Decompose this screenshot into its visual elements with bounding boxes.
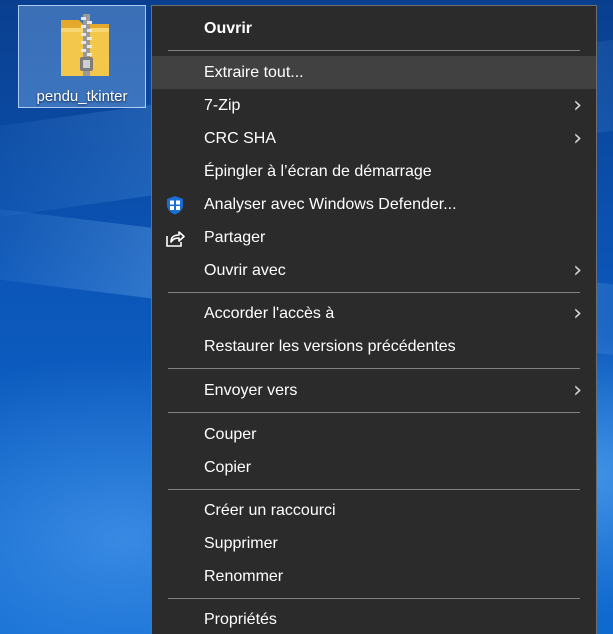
menu-item-rename[interactable]: Renommer: [152, 560, 596, 593]
menu-item-properties[interactable]: Propriétés: [152, 603, 596, 634]
menu-item-label: Créer un raccourci: [204, 502, 336, 519]
desktop-icon-label: pendu_tkinter: [36, 88, 128, 105]
menu-item-label: Copier: [204, 459, 252, 476]
menu-separator: [168, 50, 580, 51]
menu-item-label: Épingler à l’écran de démarrage: [204, 163, 432, 180]
menu-item-ouvrir[interactable]: Ouvrir: [152, 12, 596, 45]
menu-item-delete[interactable]: Supprimer: [152, 527, 596, 560]
menu-separator: [168, 598, 580, 599]
menu-item-label: Supprimer: [204, 535, 278, 552]
chevron-right-icon: ›: [573, 93, 582, 118]
menu-item-label: Renommer: [204, 568, 284, 585]
menu-item-label: CRC SHA: [204, 130, 277, 147]
menu-item-label: Envoyer vers: [204, 382, 298, 399]
chevron-right-icon: ›: [573, 378, 582, 403]
menu-item-share[interactable]: Partager: [152, 221, 596, 254]
menu-item-label: Propriétés: [204, 611, 277, 628]
menu-separator: [168, 368, 580, 369]
share-icon: [166, 231, 185, 247]
zip-folder-icon: [61, 14, 109, 76]
menu-separator: [168, 292, 580, 293]
menu-item-label: Extraire tout...: [204, 64, 304, 81]
menu-item-label: Partager: [204, 229, 266, 246]
menu-item-label: Ouvrir: [204, 20, 253, 37]
menu-separator: [168, 412, 580, 413]
desktop-icon-selected[interactable]: pendu_tkinter: [18, 5, 146, 108]
menu-separator: [168, 489, 580, 490]
chevron-right-icon: ›: [573, 258, 582, 283]
menu-item-give-access[interactable]: Accorder l'accès à ›: [152, 297, 596, 330]
menu-item-copy[interactable]: Copier: [152, 451, 596, 484]
menu-item-pin-to-start[interactable]: Épingler à l’écran de démarrage: [152, 155, 596, 188]
menu-item-scan-defender[interactable]: Analyser avec Windows Defender...: [152, 188, 596, 221]
menu-item-open-with[interactable]: Ouvrir avec ›: [152, 254, 596, 287]
menu-item-create-shortcut[interactable]: Créer un raccourci: [152, 494, 596, 527]
menu-item-crc-sha[interactable]: CRC SHA ›: [152, 122, 596, 155]
menu-item-extract-all[interactable]: Extraire tout...: [152, 56, 596, 89]
menu-item-label: Couper: [204, 426, 257, 443]
menu-item-label: 7-Zip: [204, 97, 241, 114]
menu-item-restore-versions[interactable]: Restaurer les versions précédentes: [152, 330, 596, 363]
menu-item-7zip[interactable]: 7-Zip ›: [152, 89, 596, 122]
menu-item-label: Ouvrir avec: [204, 262, 286, 279]
windows-defender-shield-icon: [167, 196, 183, 215]
menu-item-cut[interactable]: Couper: [152, 418, 596, 451]
context-menu: Ouvrir Extraire tout... 7-Zip › CRC SHA …: [151, 5, 597, 634]
menu-item-label: Accorder l'accès à: [204, 305, 335, 322]
menu-item-label: Restaurer les versions précédentes: [204, 338, 456, 355]
menu-item-label: Analyser avec Windows Defender...: [204, 196, 457, 213]
chevron-right-icon: ›: [573, 126, 582, 151]
chevron-right-icon: ›: [573, 301, 582, 326]
menu-item-send-to[interactable]: Envoyer vers ›: [152, 374, 596, 407]
